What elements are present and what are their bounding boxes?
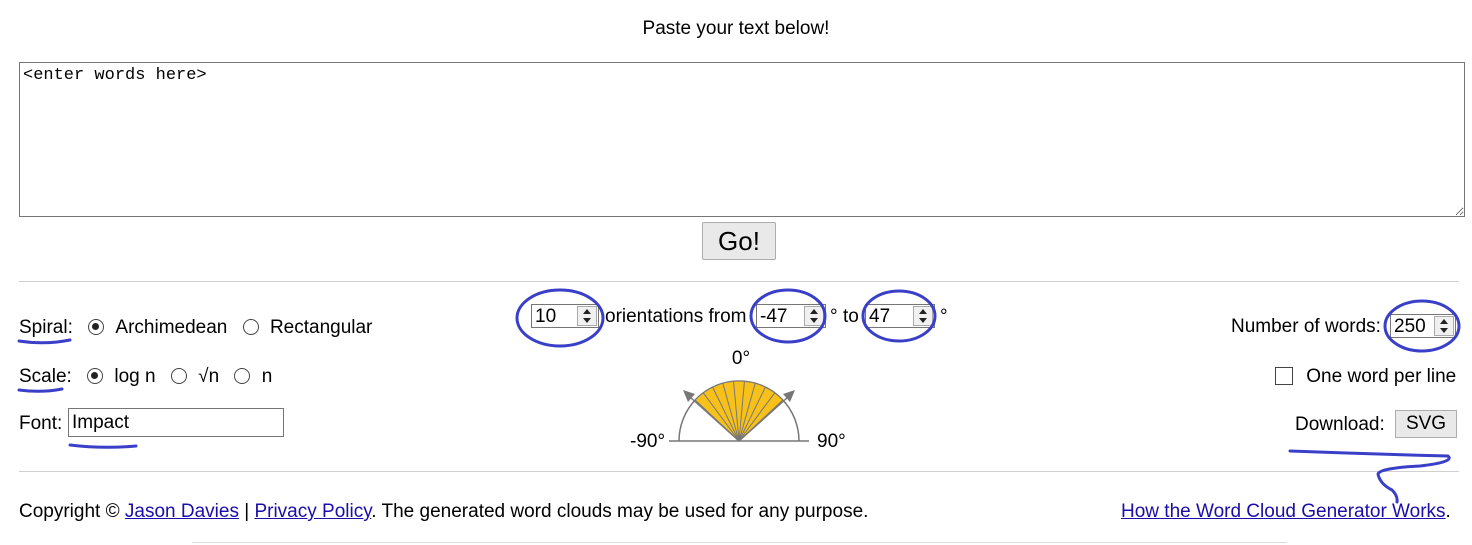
scale-sqrt-radio[interactable] — [170, 368, 187, 384]
download-svg-button[interactable]: SVG — [1395, 410, 1457, 438]
orientation-fan-diagram: 0° -90° 90° — [630, 348, 846, 452]
download-label: Download: — [1295, 414, 1385, 435]
number-of-words-stepper[interactable]: 250 — [1390, 314, 1456, 338]
fan-wedges — [694, 380, 784, 442]
annotation-squiggle-download — [1288, 449, 1451, 504]
spiral-row: Spiral: Archimedean Rectangular — [19, 317, 372, 339]
scale-n-radio[interactable] — [234, 368, 251, 384]
scale-row: Scale: log n √n n — [19, 366, 272, 388]
go-button[interactable]: Go! — [702, 222, 776, 260]
orientations-from-value: -47 — [760, 306, 788, 327]
degree-sign-2: ° — [940, 306, 948, 327]
spiral-archimedean-label[interactable]: Archimedean — [115, 317, 227, 338]
orientations-to-value: 47 — [869, 306, 891, 327]
footer-pipe: | — [244, 501, 250, 522]
one-word-per-line-row: One word per line — [1275, 366, 1456, 388]
orientations-from-text: orientations from — [605, 306, 747, 327]
font-input[interactable] — [68, 408, 284, 437]
footer-period: . — [1445, 501, 1451, 522]
spiral-rectangular-radio[interactable] — [242, 319, 259, 335]
orientations-from-stepper[interactable]: -47 — [756, 304, 826, 328]
footer-notice: . The generated word clouds may be used … — [371, 501, 869, 522]
angle-label-left: -90° — [630, 431, 665, 452]
orientations-count-stepper[interactable]: 10 — [531, 304, 599, 328]
privacy-policy-link[interactable]: Privacy Policy — [254, 501, 371, 522]
spiral-archimedean-radio[interactable] — [88, 319, 105, 335]
annotation-underline-spiral — [17, 338, 72, 345]
orientations-to-stepper[interactable]: 47 — [865, 304, 935, 328]
footer-left: Copyright © Jason Davies | Privacy Polic… — [19, 501, 868, 523]
divider-top — [19, 281, 1459, 282]
one-word-per-line-checkbox[interactable] — [1275, 367, 1293, 385]
annotation-underline-scale — [17, 387, 64, 393]
annotation-underline-font — [68, 443, 138, 449]
one-word-per-line-label[interactable]: One word per line — [1306, 366, 1456, 387]
stepper-arrows-icon[interactable] — [577, 306, 597, 326]
scale-n-label[interactable]: n — [262, 366, 273, 387]
bottom-edge-line — [192, 542, 1287, 543]
spiral-rectangular-label[interactable]: Rectangular — [270, 317, 372, 338]
how-it-works-link[interactable]: How the Word Cloud Generator Works — [1121, 501, 1446, 522]
orientations-count-value: 10 — [535, 306, 557, 327]
angle-label-top: 0° — [732, 348, 750, 369]
scale-sqrt-label[interactable]: √n — [198, 366, 219, 387]
fan-wedge — [694, 380, 784, 442]
words-textarea[interactable]: <enter words here> — [19, 62, 1465, 217]
divider-bottom — [19, 471, 1459, 472]
author-link[interactable]: Jason Davies — [125, 501, 239, 522]
copyright-text: Copyright © — [19, 501, 120, 522]
degree-sign-1: ° — [830, 306, 838, 327]
number-of-words-label: Number of words: — [1231, 316, 1381, 337]
number-of-words-value: 250 — [1394, 316, 1426, 337]
stepper-arrows-icon[interactable] — [913, 306, 933, 326]
orientations-to-text: to — [843, 306, 859, 327]
angle-label-right: 90° — [817, 431, 846, 452]
scale-log-radio[interactable] — [87, 368, 104, 384]
stepper-arrows-icon[interactable] — [804, 306, 824, 326]
page-heading: Paste your text below! — [642, 18, 830, 39]
font-label: Font: — [19, 413, 63, 434]
footer-right: How the Word Cloud Generator Works. — [1121, 501, 1451, 523]
scale-log-label[interactable]: log n — [114, 366, 155, 387]
spiral-label: Spiral: — [19, 317, 73, 338]
stepper-arrows-icon[interactable] — [1434, 316, 1454, 336]
scale-label: Scale: — [19, 366, 72, 387]
